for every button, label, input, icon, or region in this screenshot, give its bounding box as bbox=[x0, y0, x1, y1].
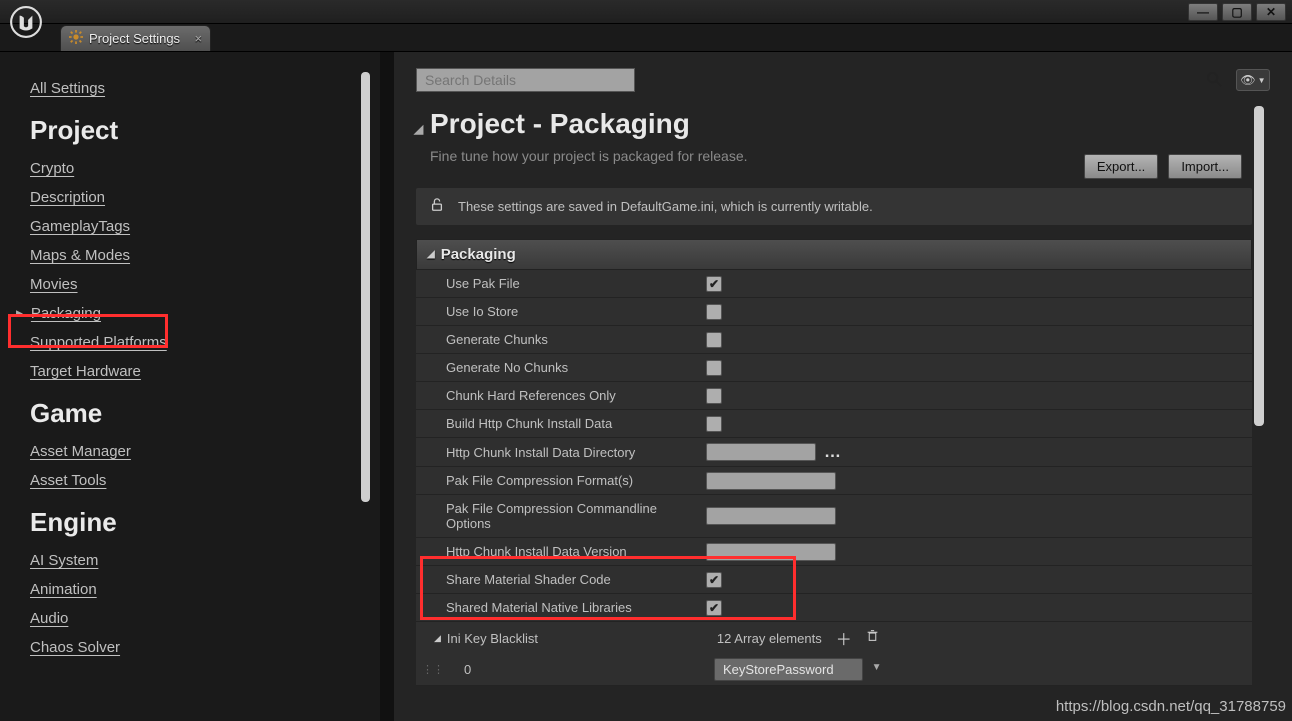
sidebar-item-asset-tools[interactable]: Asset Tools bbox=[30, 466, 106, 495]
sidebar-item-description[interactable]: Description bbox=[30, 183, 105, 212]
maximize-button[interactable]: ▢ bbox=[1222, 3, 1252, 21]
property-row: Use Io Store bbox=[416, 298, 1252, 326]
property-label: Generate No Chunks bbox=[416, 354, 698, 381]
info-text: These settings are saved in DefaultGame.… bbox=[458, 199, 873, 214]
drag-handle-icon[interactable]: ⋮⋮ bbox=[416, 663, 450, 676]
property-value bbox=[698, 328, 1252, 352]
tab-project-settings[interactable]: Project Settings × bbox=[60, 25, 211, 51]
view-options-button[interactable]: 👁 ▼ bbox=[1236, 69, 1270, 91]
sidebar-group-engine: Engine bbox=[30, 507, 370, 538]
sidebar: All Settings Project Crypto Description … bbox=[0, 52, 380, 721]
page-title-text: Project - Packaging bbox=[430, 108, 690, 139]
array-header-ini-blacklist[interactable]: ◢ Ini Key Blacklist 12 Array elements ＋ bbox=[416, 622, 1252, 654]
gear-icon bbox=[69, 30, 83, 47]
tab-label: Project Settings bbox=[89, 31, 180, 46]
info-strip: These settings are saved in DefaultGame.… bbox=[416, 188, 1252, 225]
property-row: Generate Chunks bbox=[416, 326, 1252, 354]
titlebar: — ▢ ✕ bbox=[0, 0, 1292, 24]
sidebar-scrollbar[interactable] bbox=[361, 72, 370, 502]
sidebar-item-animation[interactable]: Animation bbox=[30, 575, 97, 604]
checkbox[interactable] bbox=[706, 388, 722, 404]
property-value bbox=[698, 384, 1252, 408]
page-title: ◢ Project - Packaging bbox=[430, 108, 1270, 140]
array-element-dropdown[interactable]: KeyStorePassword ▼ bbox=[714, 658, 863, 681]
sidebar-item-gameplaytags[interactable]: GameplayTags bbox=[30, 212, 130, 241]
text-input[interactable] bbox=[706, 507, 836, 525]
content-pane: 👁 ▼ ◢ Project - Packaging Fine tune how … bbox=[394, 52, 1292, 721]
section-header-packaging[interactable]: ◢ Packaging bbox=[416, 239, 1252, 270]
pane-divider[interactable] bbox=[380, 52, 394, 721]
property-value bbox=[698, 503, 1252, 529]
sidebar-item-target-hardware[interactable]: Target Hardware bbox=[30, 357, 141, 386]
checkbox[interactable] bbox=[706, 360, 722, 376]
chevron-down-icon: ▼ bbox=[1258, 76, 1266, 85]
property-value bbox=[698, 412, 1252, 436]
property-value: ✔ bbox=[698, 272, 1252, 296]
unlock-icon bbox=[430, 198, 444, 215]
property-row: Generate No Chunks bbox=[416, 354, 1252, 382]
property-row: Build Http Chunk Install Data bbox=[416, 410, 1252, 438]
property-label: Generate Chunks bbox=[416, 326, 698, 353]
sidebar-item-maps-modes[interactable]: Maps & Modes bbox=[30, 241, 130, 270]
property-label: Pak File Compression Format(s) bbox=[416, 467, 698, 494]
array-element-row: ⋮⋮ 0 KeyStorePassword ▼ bbox=[416, 654, 1252, 686]
property-label: Use Io Store bbox=[416, 298, 698, 325]
property-row: Pak File Compression Commandline Options bbox=[416, 495, 1252, 538]
property-row: Chunk Hard References Only bbox=[416, 382, 1252, 410]
sidebar-item-crypto[interactable]: Crypto bbox=[30, 154, 74, 183]
property-row: Use Pak File ✔ bbox=[416, 270, 1252, 298]
property-value bbox=[698, 300, 1252, 324]
add-element-icon[interactable]: ＋ bbox=[836, 626, 852, 650]
sidebar-group-game: Game bbox=[30, 398, 370, 429]
checkbox[interactable] bbox=[706, 332, 722, 348]
chevron-down-icon: ▼ bbox=[872, 662, 882, 673]
watermark-text: https://blog.csdn.net/qq_31788759 bbox=[1056, 698, 1286, 715]
property-label: Use Pak File bbox=[416, 270, 698, 297]
import-button[interactable]: Import... bbox=[1168, 154, 1242, 179]
property-row: Pak File Compression Format(s) bbox=[416, 467, 1252, 495]
checkbox[interactable]: ✔ bbox=[706, 276, 722, 292]
eye-icon: 👁 bbox=[1240, 73, 1255, 87]
property-value: … bbox=[698, 438, 1252, 466]
property-value bbox=[698, 356, 1252, 380]
caret-down-icon: ◢ bbox=[427, 249, 435, 260]
app-logo-icon bbox=[6, 2, 46, 42]
sidebar-group-project: Project bbox=[30, 115, 370, 146]
tabbar: Project Settings × bbox=[0, 24, 1292, 52]
property-label: Http Chunk Install Data Directory bbox=[416, 439, 698, 466]
search-input[interactable] bbox=[416, 68, 635, 92]
array-index: 0 bbox=[450, 656, 706, 683]
property-label: Build Http Chunk Install Data bbox=[416, 410, 698, 437]
annotation-highlight bbox=[420, 556, 796, 620]
caret-down-icon: ◢ bbox=[434, 633, 441, 644]
property-label: Chunk Hard References Only bbox=[416, 382, 698, 409]
checkbox[interactable] bbox=[706, 304, 722, 320]
clear-array-icon[interactable] bbox=[866, 629, 879, 647]
close-button[interactable]: ✕ bbox=[1256, 3, 1286, 21]
property-value bbox=[698, 468, 1252, 494]
tab-close-icon[interactable]: × bbox=[194, 31, 202, 46]
collapse-caret-icon[interactable]: ◢ bbox=[414, 122, 423, 136]
sidebar-item-asset-manager[interactable]: Asset Manager bbox=[30, 437, 131, 466]
sidebar-item-audio[interactable]: Audio bbox=[30, 604, 68, 633]
property-label: Pak File Compression Commandline Options bbox=[416, 495, 698, 537]
section-title: Packaging bbox=[441, 246, 516, 263]
property-row: Http Chunk Install Data Directory … bbox=[416, 438, 1252, 467]
content-scrollbar[interactable] bbox=[1254, 106, 1264, 426]
sidebar-item-ai-system[interactable]: AI System bbox=[30, 546, 98, 575]
export-button[interactable]: Export... bbox=[1084, 154, 1158, 179]
search-icon[interactable] bbox=[1207, 72, 1222, 90]
annotation-highlight bbox=[8, 314, 168, 348]
dropdown-value: KeyStorePassword bbox=[723, 662, 834, 677]
text-input[interactable] bbox=[706, 472, 836, 490]
sidebar-all-settings[interactable]: All Settings bbox=[30, 74, 105, 103]
text-input[interactable] bbox=[706, 443, 816, 461]
checkbox[interactable] bbox=[706, 416, 722, 432]
minimize-button[interactable]: — bbox=[1188, 3, 1218, 21]
array-count: 12 Array elements bbox=[717, 631, 822, 646]
sidebar-item-movies[interactable]: Movies bbox=[30, 270, 78, 299]
array-label: Ini Key Blacklist bbox=[447, 625, 709, 652]
browse-button[interactable]: … bbox=[824, 442, 842, 462]
sidebar-item-chaos-solver[interactable]: Chaos Solver bbox=[30, 633, 120, 662]
